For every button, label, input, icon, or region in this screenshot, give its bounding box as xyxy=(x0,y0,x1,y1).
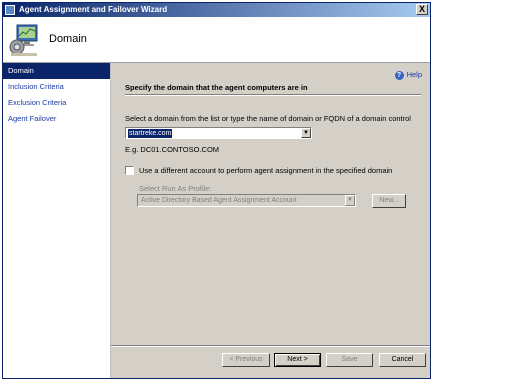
sidebar-item-agent-failover[interactable]: Agent Failover xyxy=(3,111,110,127)
window-title: Agent Assignment and Failover Wizard xyxy=(19,5,168,14)
help-label: Help xyxy=(406,70,422,79)
domain-instruction: Select a domain from the list or type th… xyxy=(125,114,411,123)
domain-example: E.g. DC01.CONTOSO.COM xyxy=(125,145,220,154)
different-account-checkbox[interactable] xyxy=(125,166,134,175)
next-button[interactable]: Next > xyxy=(274,353,321,367)
close-button[interactable]: X xyxy=(416,4,428,15)
chevron-down-icon[interactable]: ▼ xyxy=(301,128,311,138)
page-title: Domain xyxy=(49,33,87,45)
runas-profile-select[interactable]: Active Directory Based Agent Assignment … xyxy=(137,194,356,207)
domain-combobox[interactable]: startreke.com ▼ xyxy=(125,127,312,139)
save-button[interactable]: Save xyxy=(326,353,373,367)
wizard-sidebar: Domain Inclusion Criteria Exclusion Crit… xyxy=(3,63,111,378)
monitor-gear-icon xyxy=(9,24,38,56)
previous-button[interactable]: < Previous xyxy=(222,353,270,367)
main-content: ? Help Specify the domain that the agent … xyxy=(111,63,430,378)
wizard-header: Domain xyxy=(3,17,430,63)
cancel-button[interactable]: Cancel xyxy=(379,353,426,367)
heading-divider xyxy=(125,94,421,96)
different-account-label: Use a different account to perform agent… xyxy=(139,166,393,175)
help-link[interactable]: ? Help xyxy=(394,70,422,80)
new-runas-button[interactable]: New... xyxy=(372,194,406,208)
sidebar-item-domain[interactable]: Domain xyxy=(3,63,110,79)
help-icon: ? xyxy=(394,70,404,80)
domain-value: startreke.com xyxy=(128,129,173,138)
runas-profile-label: Select Run As Profile: xyxy=(139,184,212,193)
app-icon xyxy=(5,5,15,15)
chevron-down-icon[interactable]: ▼ xyxy=(345,195,355,206)
sidebar-item-exclusion-criteria[interactable]: Exclusion Criteria xyxy=(3,95,110,111)
sidebar-item-inclusion-criteria[interactable]: Inclusion Criteria xyxy=(3,79,110,95)
title-bar: Agent Assignment and Failover Wizard X xyxy=(3,3,430,17)
wizard-window: Agent Assignment and Failover Wizard X D… xyxy=(2,2,431,379)
footer-divider xyxy=(111,345,430,347)
runas-profile-value: Active Directory Based Agent Assignment … xyxy=(141,197,297,204)
section-heading: Specify the domain that the agent comput… xyxy=(125,83,308,92)
